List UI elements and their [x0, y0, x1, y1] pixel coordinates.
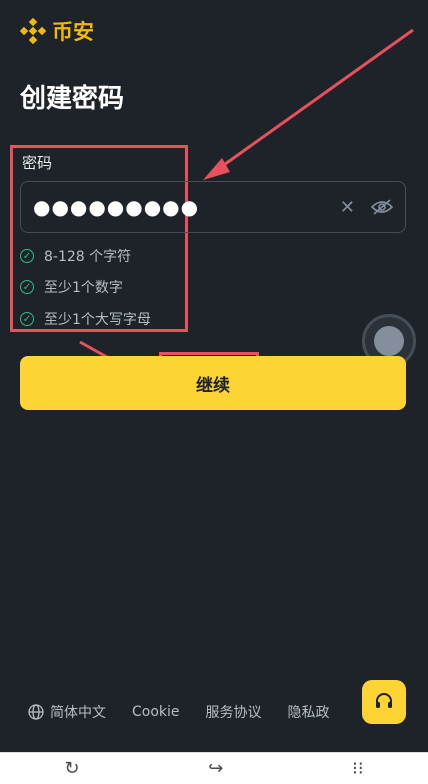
rule-item: ✓ 8-128 个字符 — [20, 246, 131, 266]
footer-links: 简体中文 Cookie 服务协议 隐私政 — [28, 702, 330, 722]
rule-text: 至少1个大写字母 — [44, 312, 151, 328]
password-label: 密码 — [22, 154, 53, 172]
rule-item: ✓ 至少1个数字 — [20, 277, 123, 297]
more-icon[interactable]: ⁝⁝ — [352, 758, 363, 779]
share-icon[interactable]: ↪ — [208, 758, 223, 779]
rule-text: 8-128 个字符 — [44, 249, 132, 265]
continue-button[interactable]: 继续 — [20, 356, 406, 410]
language-selector[interactable]: 简体中文 — [28, 702, 106, 722]
close-icon[interactable]: ✕ — [340, 197, 355, 218]
footer-link-terms[interactable]: 服务协议 — [206, 702, 262, 722]
refresh-icon[interactable]: ↻ — [64, 758, 79, 779]
eye-off-icon[interactable] — [371, 199, 393, 215]
footer-link-privacy[interactable]: 隐私政 — [288, 702, 330, 722]
headset-icon — [376, 693, 392, 708]
language-label: 简体中文 — [50, 705, 106, 721]
continue-label: 继续 — [196, 375, 230, 396]
browser-bottom-bar: ↻ ↪ ⁝⁝ — [0, 752, 428, 784]
password-value: ●●●●●●●●● — [33, 195, 200, 219]
footer-link-cookie[interactable]: Cookie — [132, 704, 180, 720]
rule-text: 至少1个数字 — [44, 280, 123, 296]
check-circle-icon: ✓ — [20, 312, 34, 326]
check-circle-icon: ✓ — [20, 280, 34, 294]
globe-icon — [28, 704, 44, 720]
support-button[interactable] — [362, 680, 406, 724]
assistive-dot-icon — [374, 326, 404, 356]
rule-item: ✓ 至少1个大写字母 — [20, 309, 151, 329]
password-field[interactable]: ●●●●●●●●● ✕ — [20, 181, 406, 233]
check-circle-icon: ✓ — [20, 249, 34, 263]
